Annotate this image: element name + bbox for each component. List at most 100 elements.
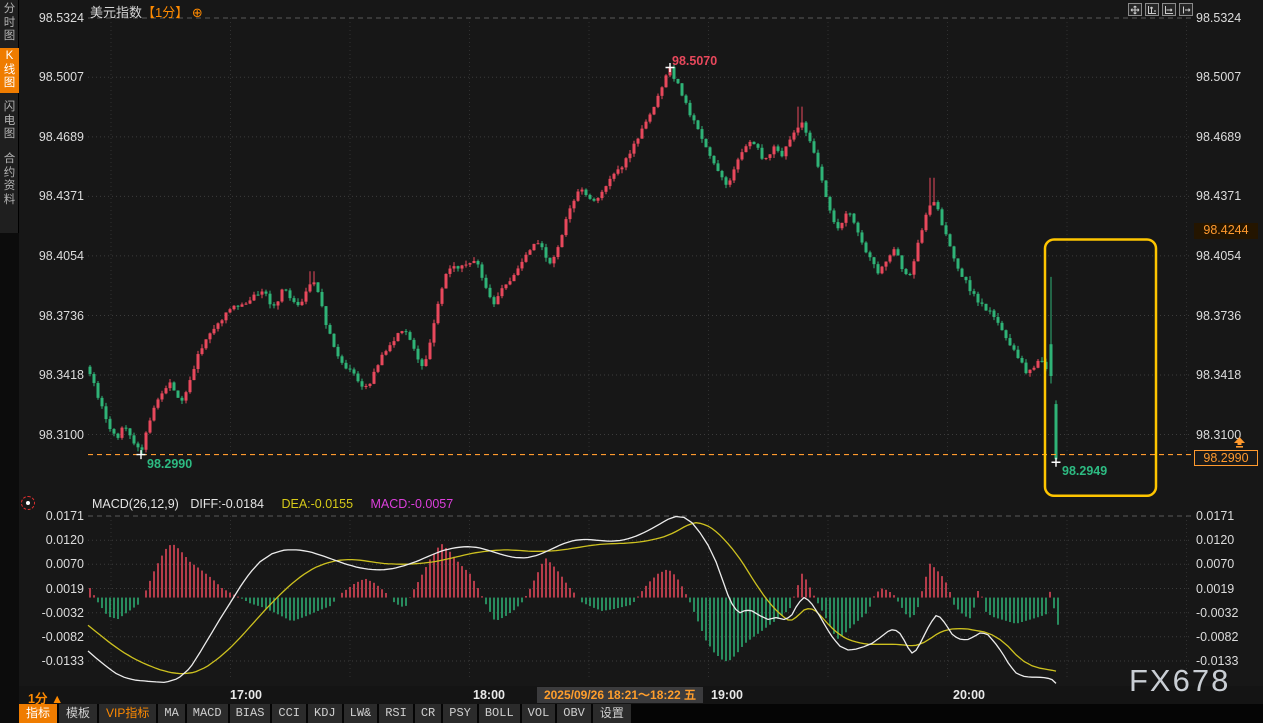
candle-body[interactable] — [677, 79, 680, 83]
candle-body[interactable] — [733, 169, 736, 180]
candle-body[interactable] — [125, 428, 128, 429]
candle-body[interactable] — [741, 152, 744, 159]
candle-body[interactable] — [149, 421, 152, 433]
candle-body[interactable] — [365, 386, 368, 387]
candle-body[interactable] — [781, 151, 784, 156]
candle-body[interactable] — [249, 300, 252, 303]
candle-body[interactable] — [709, 147, 712, 156]
candle-body[interactable] — [721, 171, 724, 177]
candle-body[interactable] — [893, 249, 896, 255]
tab-PSY[interactable]: PSY — [443, 704, 477, 723]
candle-body[interactable] — [797, 128, 800, 133]
tab-设置[interactable]: 设置 — [593, 704, 631, 723]
candle-body[interactable] — [629, 154, 632, 159]
candle-body[interactable] — [737, 159, 740, 169]
candle-body[interactable] — [161, 393, 164, 399]
candle-body[interactable] — [201, 348, 204, 354]
candle-body[interactable] — [165, 388, 168, 393]
tab-KDJ[interactable]: KDJ — [308, 704, 342, 723]
candle-body[interactable] — [609, 179, 612, 186]
candle-body[interactable] — [953, 246, 956, 258]
candle-body[interactable] — [613, 174, 616, 179]
candle-body[interactable] — [441, 288, 444, 303]
scale-vertical-icon-button[interactable] — [1145, 3, 1159, 16]
candle-body[interactable] — [361, 381, 364, 386]
candle-body[interactable] — [993, 311, 996, 318]
candle-body[interactable] — [369, 384, 372, 386]
candle-body[interactable] — [425, 359, 428, 366]
candle-body[interactable] — [661, 87, 664, 96]
tab-模板[interactable]: 模板 — [59, 704, 97, 723]
candle-body[interactable] — [865, 243, 868, 253]
candle-body[interactable] — [941, 209, 944, 225]
candle-body[interactable] — [157, 399, 160, 407]
candle-body[interactable] — [1001, 323, 1004, 330]
candle-body[interactable] — [117, 434, 120, 438]
candle-body[interactable] — [1021, 358, 1024, 363]
candle-body[interactable] — [549, 258, 552, 264]
candle-body[interactable] — [925, 215, 928, 230]
candle-body[interactable] — [657, 96, 660, 107]
candle-body[interactable] — [689, 103, 692, 115]
candle-body[interactable] — [1013, 345, 1016, 349]
candle-body[interactable] — [421, 359, 424, 366]
candle-body[interactable] — [461, 265, 464, 268]
candle-body[interactable] — [389, 345, 392, 351]
candle-body[interactable] — [309, 284, 312, 291]
candle-body[interactable] — [649, 114, 652, 121]
candle-body[interactable] — [129, 428, 132, 435]
tab-CCI[interactable]: CCI — [272, 704, 306, 723]
candle-body[interactable] — [541, 243, 544, 247]
candle-body[interactable] — [749, 142, 752, 146]
candle-body[interactable] — [1033, 368, 1036, 370]
candle-body[interactable] — [997, 317, 1000, 323]
candle-body[interactable] — [717, 163, 720, 171]
candle-body[interactable] — [101, 398, 104, 406]
candle-body[interactable] — [1009, 338, 1012, 345]
candle-body[interactable] — [729, 180, 732, 184]
candle-body[interactable] — [469, 263, 472, 264]
candle-body[interactable] — [465, 265, 468, 266]
candle-body[interactable] — [837, 222, 840, 228]
tab-VOL[interactable]: VOL — [522, 704, 556, 723]
candle-body[interactable] — [317, 282, 320, 292]
candle-body[interactable] — [965, 277, 968, 280]
candle-body[interactable] — [637, 139, 640, 144]
candle-body[interactable] — [537, 243, 540, 244]
candle-body[interactable] — [505, 284, 508, 288]
candle-body[interactable] — [221, 320, 224, 323]
candle-body[interactable] — [373, 372, 376, 384]
goto-latest-icon-button[interactable] — [1179, 3, 1193, 16]
candle-body[interactable] — [153, 408, 156, 421]
candle-body[interactable] — [945, 225, 948, 234]
candle-body[interactable] — [593, 199, 596, 201]
candle-body[interactable] — [813, 141, 816, 153]
candle-body[interactable] — [173, 382, 176, 390]
candle-body[interactable] — [297, 302, 300, 305]
candle-body[interactable] — [241, 304, 244, 306]
candle-body[interactable] — [445, 274, 448, 289]
candle-body[interactable] — [261, 292, 264, 295]
candle-body[interactable] — [877, 264, 880, 273]
candle-body[interactable] — [453, 266, 456, 268]
candle-body[interactable] — [601, 192, 604, 198]
candle-body[interactable] — [289, 290, 292, 298]
candle-body[interactable] — [929, 205, 932, 214]
candle-body[interactable] — [405, 331, 408, 332]
candle-body[interactable] — [517, 268, 520, 275]
candle-body[interactable] — [1017, 350, 1020, 358]
candle-body[interactable] — [1029, 370, 1032, 373]
candle-body[interactable] — [745, 146, 748, 152]
candle-body[interactable] — [385, 351, 388, 355]
tab-VIP指标[interactable]: VIP指标 — [99, 704, 156, 723]
candle-body[interactable] — [397, 333, 400, 341]
candle-body[interactable] — [265, 292, 268, 294]
candle-body[interactable] — [233, 306, 236, 309]
candle-body[interactable] — [93, 374, 96, 383]
candle-body[interactable] — [225, 312, 228, 320]
candle-body[interactable] — [585, 190, 588, 195]
candle-body[interactable] — [381, 355, 384, 365]
collapse-icon[interactable]: ⊕ — [192, 5, 203, 20]
candle-body[interactable] — [137, 444, 140, 448]
candle-body[interactable] — [169, 382, 172, 388]
